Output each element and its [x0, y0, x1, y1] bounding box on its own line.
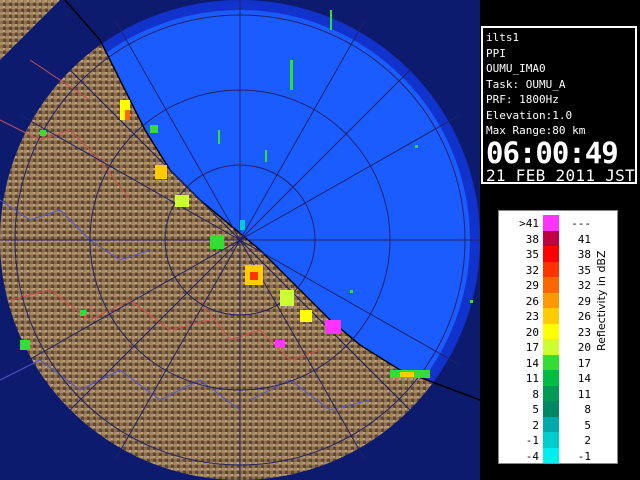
legend-upper-bound: 29	[577, 294, 591, 308]
legend-lower-bound: 2	[532, 418, 539, 432]
scan-mode: PPI	[486, 46, 506, 60]
legend-lower-bound: 29	[525, 279, 539, 292]
legend-lower-bound: 20	[525, 325, 539, 339]
legend-upper-bound: 41	[577, 232, 591, 246]
legend-row: -1 2	[499, 432, 617, 449]
legend-row: 11 14	[499, 370, 617, 387]
legend-upper-bound: 35	[577, 263, 591, 277]
legend-upper-bound: 20	[577, 341, 591, 354]
legend-upper-bound: ---	[571, 217, 591, 230]
legend-row: 14 17	[499, 354, 617, 372]
legend-color-swatch	[543, 230, 559, 246]
radar-info-panel: ilts1 PPI OUMU_IMA0 Task: OUMU_A PRF: 18…	[481, 26, 637, 184]
legend-color-swatch	[543, 370, 559, 386]
legend-title: Reflectivity in dBZ	[595, 250, 608, 351]
legend-upper-bound: 17	[577, 356, 591, 370]
legend-upper-bound: 14	[577, 372, 591, 385]
legend-row: >41 ---	[499, 215, 617, 232]
reflectivity-legend: >41 --- 38 41 35 38 32 35 29 32 26 29 23 26 20 23 17 20 14…	[498, 210, 618, 464]
legend-color-swatch	[543, 246, 559, 262]
legend-color-swatch	[543, 385, 559, 401]
legend-upper-bound: 23	[577, 325, 591, 339]
legend-lower-bound: -1	[525, 434, 539, 447]
legend-color-swatch	[543, 308, 559, 324]
legend-lower-bound: 23	[525, 310, 539, 323]
legend-upper-bound: 11	[577, 387, 591, 401]
legend-color-swatch	[543, 261, 559, 277]
legend-lower-bound: 14	[525, 356, 539, 370]
legend-upper-bound: 32	[577, 279, 591, 292]
legend-color-swatch	[543, 277, 559, 293]
legend-row: 25	[499, 416, 617, 434]
prf-value: PRF: 1800Hz	[486, 93, 559, 106]
radar-ppi-display[interactable]	[0, 0, 480, 480]
legend-color-swatch	[543, 416, 559, 432]
legend-color-swatch	[543, 323, 559, 339]
legend-upper-bound: 5	[584, 418, 591, 432]
elevation-value: Elevation:1.0	[486, 108, 573, 122]
legend-lower-bound: 26	[525, 294, 539, 308]
legend-lower-bound: 38	[525, 232, 539, 246]
legend-row: 38 41	[499, 230, 617, 248]
legend-lower-bound: 8	[532, 387, 539, 401]
legend-lower-bound: -4	[525, 449, 539, 463]
legend-upper-bound: 38	[577, 248, 591, 261]
legend-lower-bound: 32	[525, 263, 539, 277]
legend-color-swatch	[543, 401, 559, 417]
legend-row: 8 11	[499, 385, 617, 403]
task-name: Task: OUMU_A	[486, 77, 566, 91]
scan-date: 21 FEB 2011 JST	[486, 165, 635, 185]
legend-color-swatch	[543, 215, 559, 231]
legend-upper-bound: -1	[577, 449, 591, 463]
legend-lower-bound: 17	[525, 341, 539, 354]
legend-lower-bound: 5	[532, 403, 539, 416]
legend-upper-bound: 2	[584, 434, 591, 447]
site-name: ilts1	[486, 31, 520, 44]
legend-color-swatch	[543, 354, 559, 370]
legend-color-swatch	[543, 432, 559, 448]
legend-color-swatch	[543, 292, 559, 308]
legend-lower-bound: 11	[525, 372, 539, 385]
legend-color-swatch	[543, 447, 559, 463]
legend-color-swatch	[543, 339, 559, 355]
legend-row: -4 -1	[499, 447, 617, 465]
legend-upper-bound: 26	[577, 310, 591, 323]
legend-lower-bound: 35	[525, 248, 539, 261]
product-name: OUMU_IMA0	[486, 62, 546, 75]
azimuth-spokes	[0, 0, 480, 480]
legend-upper-bound: 8	[584, 403, 591, 416]
legend-lower-bound: >41	[519, 217, 539, 230]
scan-time: 06:00:49	[486, 135, 619, 170]
legend-row: 58	[499, 401, 617, 418]
